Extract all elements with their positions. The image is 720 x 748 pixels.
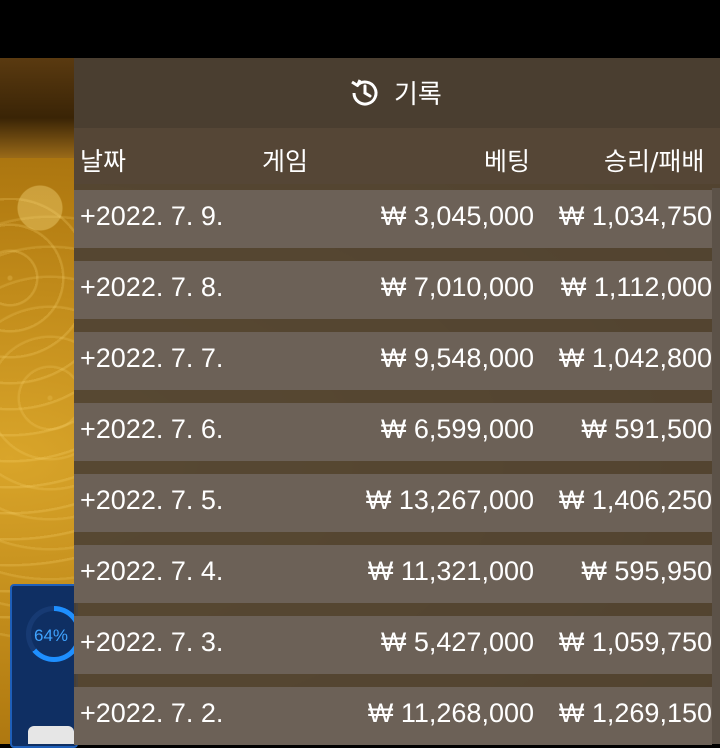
history-icon (351, 78, 378, 106)
row-bet: ₩ 3,045,000 (380, 201, 534, 231)
column-header-game[interactable]: 게임 (262, 142, 308, 178)
row-date: +2022. 7. 7. (80, 343, 224, 373)
row-result: ₩ 1,406,250 (558, 485, 712, 515)
table-row[interactable]: +2022. 7. 7. ₩ 9,548,000 ₩ 1,042,800 (74, 332, 712, 390)
table-row[interactable]: +2022. 7. 5. ₩ 13,267,000 ₩ 1,406,250 (74, 474, 712, 532)
row-bet: ₩ 13,267,000 (365, 485, 534, 515)
row-result: ₩ 1,269,150 (558, 698, 712, 728)
row-result: ₩ 1,042,800 (558, 343, 712, 373)
row-bet: ₩ 6,599,000 (380, 414, 534, 444)
table-row[interactable]: +2022. 7. 6. ₩ 6,599,000 ₩ 591,500 (74, 403, 712, 461)
stats-widget[interactable]: 64% (10, 584, 82, 748)
panel-header: 기록 (74, 58, 720, 128)
row-result: ₩ 595,950 (581, 556, 712, 586)
row-result: ₩ 1,034,750 (558, 201, 712, 231)
row-bet: ₩ 11,268,000 (367, 698, 534, 728)
column-header-result[interactable]: 승리/패배 (604, 142, 704, 178)
panel-title-text: 기록 (394, 80, 442, 110)
history-panel: 기록 날짜 게임 베팅 승리/패배 +2022. 7. 9. ₩ 3,045,0… (74, 58, 720, 745)
widget-button[interactable] (28, 726, 74, 744)
row-date: +2022. 7. 9. (80, 201, 224, 231)
column-header-bet[interactable]: 베팅 (484, 142, 530, 178)
scrollbar[interactable] (712, 188, 720, 744)
row-result: ₩ 591,500 (581, 414, 712, 444)
column-header-date[interactable]: 날짜 (80, 142, 126, 178)
row-result: ₩ 1,059,750 (558, 627, 712, 657)
table-row[interactable]: +2022. 7. 3. ₩ 5,427,000 ₩ 1,059,750 (74, 616, 712, 674)
row-bet: ₩ 7,010,000 (380, 272, 534, 302)
row-bet: ₩ 11,321,000 (367, 556, 534, 586)
progress-label: 64% (34, 626, 69, 645)
row-bet: ₩ 5,427,000 (380, 627, 534, 657)
row-date: +2022. 7. 8. (80, 272, 224, 302)
table-row[interactable]: +2022. 7. 8. ₩ 7,010,000 ₩ 1,112,000 (74, 261, 712, 319)
row-date: +2022. 7. 6. (80, 414, 224, 444)
row-result: ₩ 1,112,000 (560, 272, 712, 302)
table-row[interactable]: +2022. 7. 2. ₩ 11,268,000 ₩ 1,269,150 (74, 687, 712, 745)
row-date: +2022. 7. 3. (80, 627, 224, 657)
row-date: +2022. 7. 5. (80, 485, 224, 515)
table-row[interactable]: +2022. 7. 9. ₩ 3,045,000 ₩ 1,034,750 (74, 190, 712, 248)
table-row[interactable]: +2022. 7. 4. ₩ 11,321,000 ₩ 595,950 (74, 545, 712, 603)
row-date: +2022. 7. 4. (80, 556, 224, 586)
panel-title: 기록 (348, 74, 442, 111)
row-bet: ₩ 9,548,000 (380, 343, 534, 373)
row-date: +2022. 7. 2. (80, 698, 224, 728)
status-bar (0, 0, 720, 58)
